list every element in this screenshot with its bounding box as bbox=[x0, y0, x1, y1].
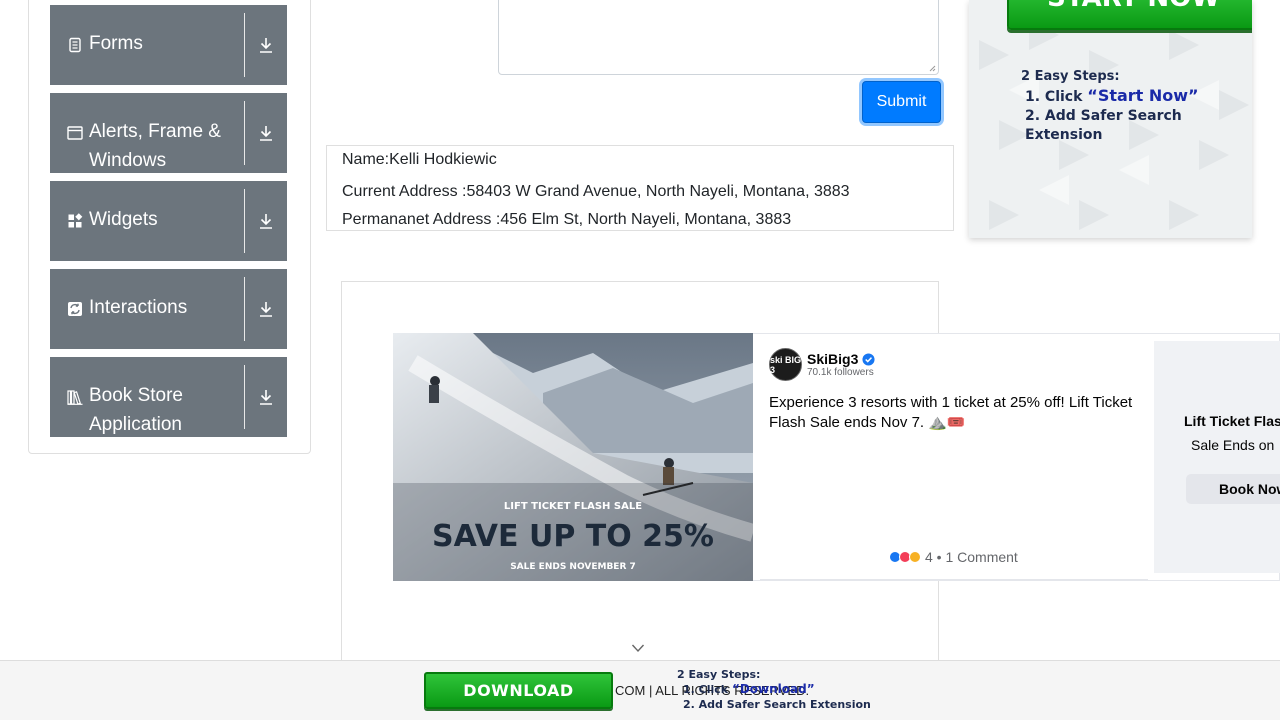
carousel-headline: Lift Ticket Flas bbox=[1184, 413, 1280, 429]
group-label: Interactions bbox=[89, 297, 188, 318]
sidebar-group-alerts[interactable]: Alerts, Frame & Windows bbox=[50, 93, 287, 173]
download-button[interactable]: DOWNLOAD bbox=[424, 672, 613, 709]
reactions-count: 4 • 1 Comment bbox=[925, 549, 1018, 565]
output-permanent-address: Permananet Address :456 Elm St, North Na… bbox=[342, 211, 792, 228]
image-line-3: SALE ENDS NOVEMBER 7 bbox=[510, 562, 636, 572]
output-panel: Name:Kelli Hodkiewic Current Address :58… bbox=[326, 145, 954, 231]
book-now-button[interactable]: Book Now bbox=[1186, 474, 1280, 504]
group-label: Forms bbox=[89, 33, 143, 54]
footer-step-1-prefix: 1. Click bbox=[683, 683, 732, 696]
carousel-subtext: Sale Ends on bbox=[1191, 437, 1275, 453]
expand-toggle[interactable] bbox=[245, 181, 287, 261]
ad-image[interactable]: LIFT TICKET FLASH SALE SAVE UP TO 25% SA… bbox=[393, 333, 753, 581]
page-info: SkiBig3 70.1k followers bbox=[807, 351, 875, 378]
page-name-row[interactable]: SkiBig3 bbox=[807, 351, 875, 367]
books-icon bbox=[67, 390, 83, 405]
chevron-down-icon[interactable] bbox=[631, 643, 645, 653]
divider bbox=[760, 579, 1148, 580]
ad-text: Experience 3 resorts with 1 ticket at 25… bbox=[769, 394, 1133, 431]
followers-count: 70.1k followers bbox=[807, 367, 874, 378]
sidebar-group-forms[interactable]: Forms bbox=[50, 5, 287, 85]
expand-toggle[interactable] bbox=[245, 269, 287, 349]
group-header[interactable]: Widgets bbox=[50, 181, 244, 261]
submit-button[interactable]: Submit bbox=[862, 81, 941, 123]
group-label: Widgets bbox=[89, 209, 158, 230]
sidebar-group-widgets[interactable]: Widgets bbox=[50, 181, 287, 261]
group-header[interactable]: Alerts, Frame & Windows bbox=[50, 93, 244, 173]
footer: COM | ALL RIGHTS RESERVED. bbox=[0, 660, 1280, 720]
document-icon bbox=[69, 37, 81, 53]
expand-toggle[interactable] bbox=[245, 5, 287, 85]
footer-ad-steps: 2 Easy Steps: 1. Click “Download” 2. Add… bbox=[677, 667, 871, 712]
widgets-icon bbox=[68, 213, 83, 228]
ad-steps: 2 Easy Steps: 1. Click “Start Now” 2. Ad… bbox=[1021, 68, 1252, 145]
permanent-address-textarea[interactable] bbox=[498, 0, 939, 75]
sidebar-group-book-store[interactable]: Book Store Application bbox=[50, 357, 287, 437]
ad-step-1-prefix: 1. Click bbox=[1025, 89, 1088, 105]
ad-step-1-emphasis: “Start Now” bbox=[1087, 86, 1199, 105]
group-header[interactable]: Interactions bbox=[50, 269, 244, 349]
footer-step-2: 2. Add Safer Search Extension bbox=[683, 698, 871, 711]
output-current-address: Current Address :58403 W Grand Avenue, N… bbox=[342, 183, 850, 200]
download-arrow-icon bbox=[260, 126, 272, 141]
right-ad-banner[interactable]: START NOW 2 Easy Steps: 1. Click “Start … bbox=[969, 0, 1252, 238]
ad-step-1: 1. Click “Start Now” bbox=[1021, 86, 1252, 107]
wow-reaction-icon bbox=[909, 551, 921, 563]
verified-badge-icon bbox=[862, 352, 875, 366]
download-arrow-icon bbox=[260, 390, 272, 405]
ad-steps-title: 2 Easy Steps: bbox=[1021, 69, 1120, 84]
group-label: Alerts, Frame & Windows bbox=[89, 121, 221, 171]
footer-step-1-emphasis: “Download” bbox=[731, 682, 815, 696]
interactions-icon bbox=[68, 302, 82, 316]
ski-slope-image: LIFT TICKET FLASH SALE SAVE UP TO 25% SA… bbox=[393, 333, 753, 581]
ad-header: ski BIG 3 SkiBig3 70.1k followers bbox=[769, 348, 1149, 381]
footer-steps-title: 2 Easy Steps: bbox=[677, 668, 761, 681]
expand-toggle[interactable] bbox=[245, 357, 287, 437]
page-name[interactable]: SkiBig3 bbox=[807, 351, 858, 367]
download-arrow-icon bbox=[260, 38, 272, 53]
resize-handle-icon[interactable] bbox=[928, 64, 936, 72]
ad-step-2: 2. Add Safer Search Extension bbox=[1025, 108, 1182, 143]
window-icon bbox=[67, 126, 83, 140]
output-name: Name:Kelli Hodkiewic bbox=[342, 151, 497, 168]
footer-step-1: 1. Click “Download” bbox=[677, 682, 871, 697]
start-now-button[interactable]: START NOW bbox=[1007, 0, 1252, 30]
download-arrow-icon bbox=[260, 302, 272, 317]
expand-toggle[interactable] bbox=[245, 93, 287, 173]
page-logo[interactable]: ski BIG 3 bbox=[769, 348, 802, 381]
group-label: Book Store Application bbox=[89, 385, 183, 435]
image-line-2: SAVE UP TO 25% bbox=[432, 519, 714, 554]
sidebar-group-interactions[interactable]: Interactions bbox=[50, 269, 287, 349]
ad-body: ski BIG 3 SkiBig3 70.1k followers Experi… bbox=[769, 348, 1149, 433]
group-header[interactable]: Forms bbox=[50, 5, 244, 85]
group-header[interactable]: Book Store Application bbox=[50, 357, 244, 437]
download-arrow-icon bbox=[260, 214, 272, 229]
carousel-card[interactable]: Lift Ticket Flas Sale Ends on Book Now bbox=[1154, 341, 1280, 573]
image-line-1: LIFT TICKET FLASH SALE bbox=[504, 501, 642, 512]
reactions-row[interactable]: 4 • 1 Comment bbox=[889, 549, 1018, 565]
